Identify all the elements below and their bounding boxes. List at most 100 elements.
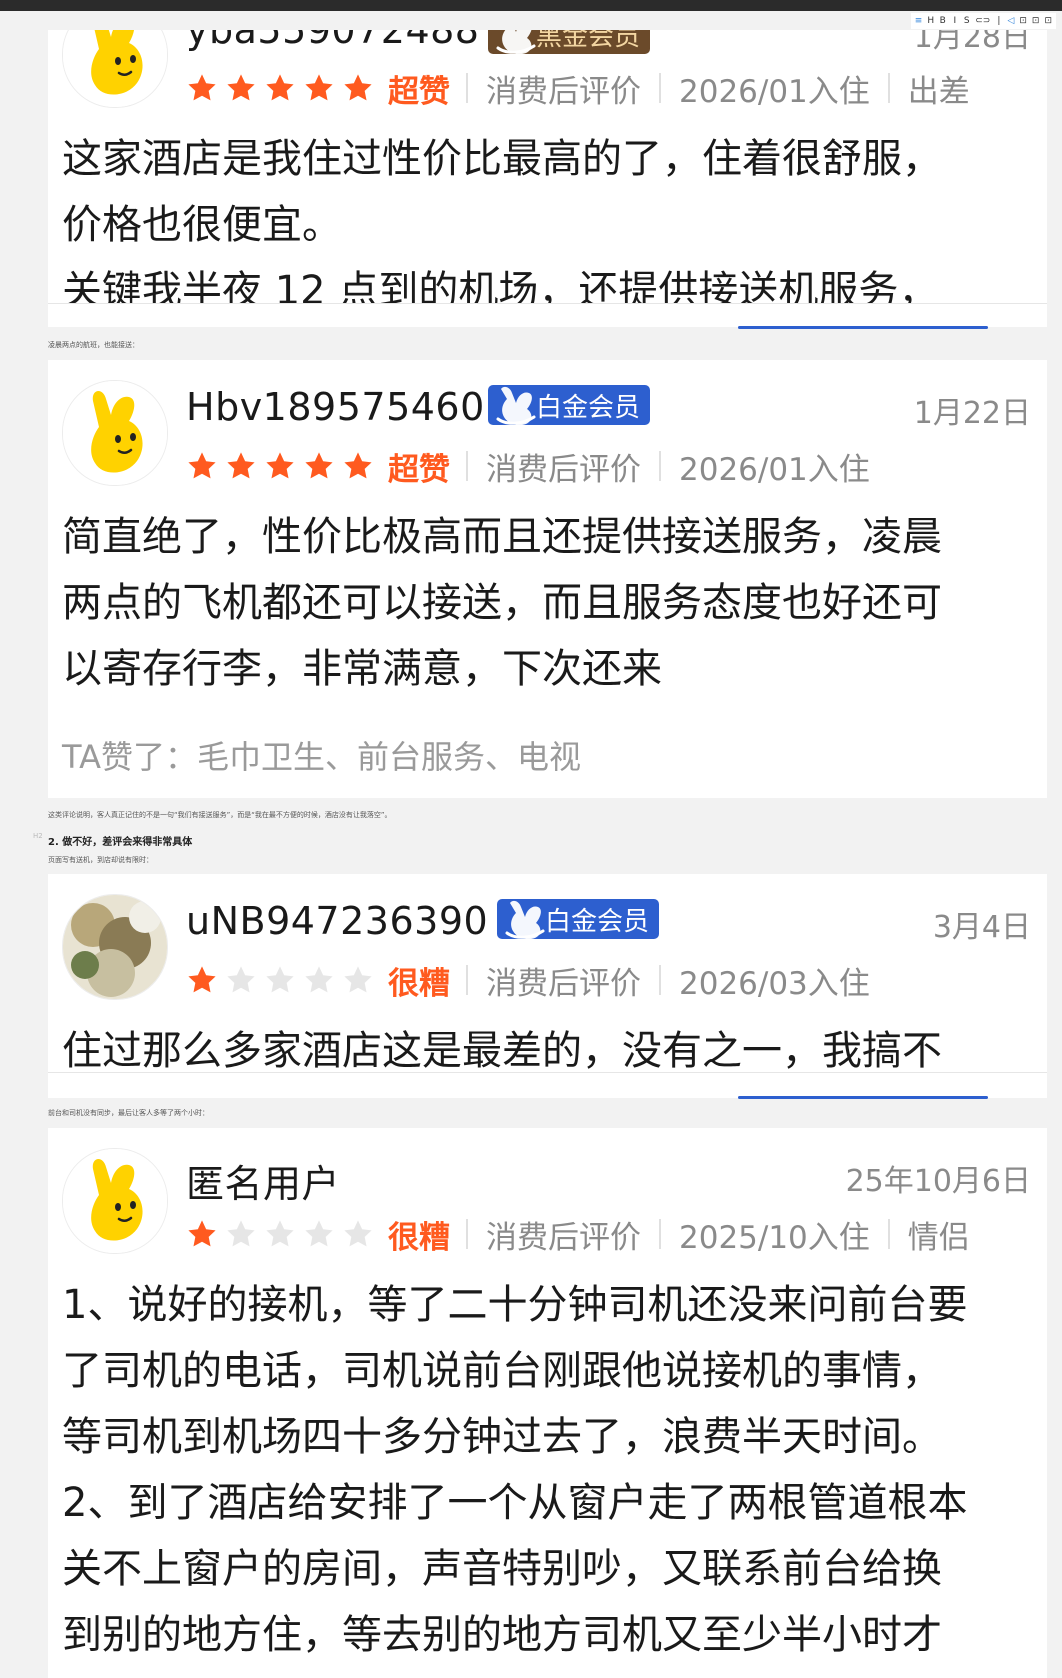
star-icon xyxy=(303,72,335,104)
review-line: 了司机的电话，司机说前台刚跟他说接机的事情， xyxy=(62,1348,942,1394)
toolbar-item-2[interactable]: B xyxy=(939,16,946,26)
window-top-bar xyxy=(0,0,1062,11)
divider xyxy=(466,1219,468,1249)
review-line: 关不上窗户的房间，声音特别吵，又联系前台给换 xyxy=(62,1546,942,1592)
star-icon xyxy=(225,964,257,996)
rating-word: 很糟 xyxy=(388,1219,450,1256)
member-badge: 白金会员 xyxy=(497,897,660,941)
star-icon xyxy=(186,72,218,104)
star-icon xyxy=(186,1218,218,1250)
divider xyxy=(466,965,468,995)
review-date: 1月28日 xyxy=(913,30,1031,55)
star-icon xyxy=(303,964,335,996)
review-text[interactable]: 简直绝了，性价比极高而且还提供接送服务，凌晨 两点的飞机都还可以接送，而且服务态… xyxy=(62,504,1023,702)
trip-type: 出差 xyxy=(907,73,970,110)
card-footer-mask xyxy=(48,1072,1047,1098)
divider xyxy=(466,73,468,103)
scroll-indicator xyxy=(738,1096,988,1099)
divider xyxy=(887,1219,890,1249)
toolbar-item-1[interactable]: H xyxy=(927,16,934,26)
review-type: 消费后评价 xyxy=(486,1219,641,1256)
star-icon xyxy=(264,964,296,996)
member-badge-icon xyxy=(492,383,538,427)
rating-row: 超赞 消费后评价 2026/01入住 xyxy=(186,446,870,488)
member-badge-label: 黑金会员 xyxy=(536,30,641,52)
review-line: 简直绝了，性价比极高而且还提供接送服务，凌晨 xyxy=(62,514,942,560)
review-line: 以寄存行李，非常满意，下次还来 xyxy=(62,646,662,692)
member-badge-icon xyxy=(501,897,547,941)
toolbar-item-8[interactable]: ⊡ xyxy=(1019,16,1027,26)
username: Hbv189575460 xyxy=(186,385,485,429)
star-icon xyxy=(303,450,335,482)
review-line: 价格也很便宜。 xyxy=(62,202,342,248)
rating-row: 很糟 消费后评价 2026/03入住 xyxy=(186,960,870,1002)
stay-date: 2026/01入住 xyxy=(679,451,870,488)
member-badge: 白金会员 xyxy=(488,383,651,427)
member-badge: 黑金会员 xyxy=(488,30,651,56)
member-badge-icon xyxy=(492,30,538,56)
star-icon xyxy=(186,964,218,996)
star-icon xyxy=(342,72,374,104)
note-2: 这类评论说明，客人真正记住的不是一句“我们有接送服务”，而是“我在最不方便的时候… xyxy=(48,811,392,819)
star-rating xyxy=(186,450,374,482)
toolbar-item-5[interactable]: ⊂⊃ xyxy=(975,16,990,26)
rating-word: 超赞 xyxy=(388,451,450,488)
username: uNB947236390 xyxy=(186,899,489,943)
review-date: 3月4日 xyxy=(932,910,1031,945)
stay-date: 2026/03入住 xyxy=(679,965,870,1002)
avatar xyxy=(62,894,168,1000)
star-icon xyxy=(225,450,257,482)
toolbar-item-10[interactable]: ⊡ xyxy=(1044,16,1052,26)
divider xyxy=(659,1219,661,1249)
stay-date: 2025/10入住 xyxy=(679,1219,870,1256)
toolbar-item-0[interactable]: ≡ xyxy=(915,16,923,26)
avatar xyxy=(62,1148,168,1254)
star-icon xyxy=(342,450,374,482)
review-card-2: Hbv189575460 白金会员 1月22日 超赞 消费后评价 2026/01… xyxy=(48,360,1047,798)
toolbar-item-3[interactable]: I xyxy=(951,16,958,26)
rating-row: 很糟 消费后评价 2025/10入住 情侣 xyxy=(186,1214,970,1256)
star-rating xyxy=(186,1218,374,1250)
member-badge-label: 白金会员 xyxy=(545,906,650,937)
review-text[interactable]: 这家酒店是我住过性价比最高的了，住着很舒服， 价格也很便宜。 关键我半夜 12 … xyxy=(62,126,1023,324)
rating-word: 超赞 xyxy=(388,73,450,110)
rating-word: 很糟 xyxy=(388,965,450,1002)
star-rating xyxy=(186,72,374,104)
review-card-4: 匿名用户 25年10月6日 很糟 消费后评价 2025/10入住 情侣 1、说好… xyxy=(48,1128,1047,1678)
star-icon xyxy=(264,1218,296,1250)
note-1: 凌晨两点的航班，也能接送： xyxy=(48,341,139,349)
username: 匿名用户 xyxy=(186,1162,341,1206)
star-icon xyxy=(342,1218,374,1250)
heading-tag: H2 xyxy=(33,832,43,840)
review-line: 等司机到机场四十多分钟过去了，浪费半天时间。 xyxy=(62,1414,942,1460)
review-line: 2、到了酒店给安排了一个从窗户走了两根管道根本 xyxy=(62,1480,968,1526)
card-divider xyxy=(48,303,1047,304)
member-badge-label: 白金会员 xyxy=(536,392,641,423)
star-icon xyxy=(225,72,257,104)
divider xyxy=(887,73,890,103)
liked-items: 毛巾卫生、前台服务、电视 xyxy=(196,738,581,776)
avatar xyxy=(62,380,168,486)
scroll-indicator xyxy=(738,326,988,329)
toolbar-item-7[interactable]: ◁ xyxy=(1007,16,1014,26)
review-date: 1月22日 xyxy=(913,396,1031,431)
trip-type: 情侣 xyxy=(907,1219,970,1256)
star-icon xyxy=(225,1218,257,1250)
toolbar-item-6: | xyxy=(997,16,1001,26)
stay-date: 2026/01入住 xyxy=(679,73,870,110)
note-4: 前台和司机没有同步，最后让客人多等了两个小时： xyxy=(48,1109,209,1117)
toolbar-item-9[interactable]: ⊡ xyxy=(1032,16,1040,26)
star-icon xyxy=(342,964,374,996)
toolbar-item-4[interactable]: S xyxy=(963,16,970,26)
review-card-3: uNB947236390 白金会员 3月4日 很糟 消费后评价 2026/03入… xyxy=(48,874,1047,1098)
star-icon xyxy=(186,450,218,482)
review-line: 这家酒店是我住过性价比最高的了，住着很舒服， xyxy=(62,136,942,182)
review-type: 消费后评价 xyxy=(486,965,641,1002)
review-text[interactable]: 1、说好的接机，等了二十分钟司机还没来问前台要 了司机的电话，司机说前台刚跟他说… xyxy=(62,1272,1023,1668)
divider xyxy=(659,73,661,103)
card-footer-mask xyxy=(48,303,1047,327)
star-rating xyxy=(186,964,374,996)
star-icon xyxy=(303,1218,335,1250)
divider xyxy=(659,965,661,995)
card-divider xyxy=(48,1072,1047,1073)
